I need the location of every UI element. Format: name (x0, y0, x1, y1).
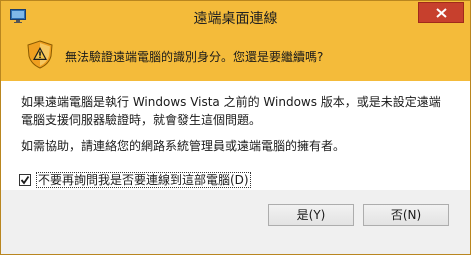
explanation-text: 如果遠端電腦是執行 Windows Vista 之前的 Windows 版本，或… (21, 95, 441, 127)
close-icon (436, 8, 447, 18)
warning-banner: 無法驗證遠端電腦的識別身分。您還是要繼續嗎? (1, 31, 470, 81)
dialog-window: 遠端桌面連線 無法驗證遠端電腦的識別身分。您還是要繼續嗎? 如果遠端電腦是執行 … (0, 0, 471, 255)
warning-message: 無法驗證遠端電腦的識別身分。您還是要繼續嗎? (65, 50, 324, 64)
window-title: 遠端桌面連線 (193, 11, 278, 27)
help-text: 如需協助，請連絡您的網路系統管理員或遠端電腦的擁有者。 (21, 139, 346, 153)
dont-ask-again-label[interactable]: 不要再詢問我是否要連線到這部電腦(D) (36, 172, 251, 188)
button-bar: 是(Y) 否(N) (1, 190, 470, 254)
no-button[interactable]: 否(N) (363, 204, 449, 226)
yes-button[interactable]: 是(Y) (268, 204, 354, 226)
checkmark-icon (20, 175, 30, 185)
close-button[interactable] (418, 2, 464, 23)
warning-shield-icon (25, 39, 55, 69)
title-bar[interactable]: 遠端桌面連線 (1, 1, 470, 31)
dont-ask-again-checkbox[interactable] (19, 174, 31, 186)
